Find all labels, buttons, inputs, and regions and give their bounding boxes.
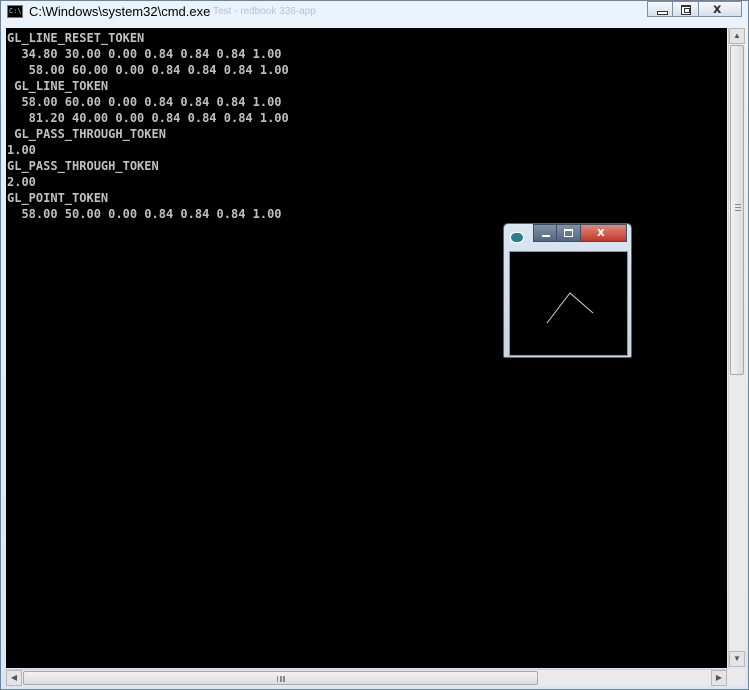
cmd-icon-text: C:\: [9, 7, 22, 15]
scroll-up-button[interactable]: ▲: [729, 28, 745, 44]
window-title: C:\Windows\system32\cmd.exe: [29, 4, 211, 19]
title-bar[interactable]: C:\ C:\Windows\system32\cmd.exe Test - r…: [1, 1, 748, 23]
scroll-left-button[interactable]: ◀: [6, 670, 22, 686]
caption-buttons: x: [647, 1, 742, 17]
opengl-window[interactable]: x: [503, 223, 632, 358]
opengl-minimize-button[interactable]: [533, 224, 557, 242]
close-icon: x: [597, 225, 605, 239]
minimize-icon: [542, 235, 550, 237]
grip-icon: [735, 204, 741, 206]
console-text: GL_LINE_RESET_TOKEN 34.80 30.00 0.00 0.8…: [7, 31, 289, 221]
rendered-line-strip: [546, 292, 594, 324]
opengl-app-icon: [510, 232, 524, 243]
vertical-scrollbar[interactable]: ▲ ▼: [728, 28, 745, 668]
line-strip: [546, 292, 594, 324]
opengl-close-button[interactable]: x: [581, 224, 627, 242]
maximize-button[interactable]: [673, 1, 699, 17]
arrow-right-icon: ▶: [715, 673, 723, 682]
opengl-maximize-button[interactable]: [557, 224, 581, 242]
opengl-canvas[interactable]: [509, 251, 628, 356]
vertical-scroll-thumb[interactable]: [730, 45, 744, 375]
arrow-up-icon: ▲: [733, 31, 741, 40]
scroll-down-button[interactable]: ▼: [729, 651, 745, 667]
grip-icon: [735, 210, 741, 212]
maximize-icon: [564, 229, 573, 237]
minimize-button[interactable]: [647, 1, 673, 17]
size-grip[interactable]: [728, 669, 745, 686]
opengl-caption-buttons: x: [533, 224, 627, 242]
cmd-icon[interactable]: C:\: [7, 5, 23, 18]
scroll-right-button[interactable]: ▶: [711, 670, 727, 686]
grip-icon: [735, 207, 741, 209]
arrow-down-icon: ▼: [733, 654, 741, 663]
background-window-title: Test - redbook 336-app: [213, 6, 316, 17]
horizontal-scrollbar[interactable]: ◀ ▶: [6, 669, 728, 686]
cmd-window: C:\ C:\Windows\system32\cmd.exe Test - r…: [0, 0, 749, 690]
grip-icon: [277, 676, 279, 682]
close-button[interactable]: x: [699, 1, 742, 17]
close-icon: x: [713, 2, 722, 17]
maximize-icon: [681, 5, 691, 15]
arrow-left-icon: ◀: [10, 673, 18, 682]
horizontal-scroll-thumb[interactable]: [23, 671, 538, 685]
minimize-icon: [657, 11, 668, 15]
